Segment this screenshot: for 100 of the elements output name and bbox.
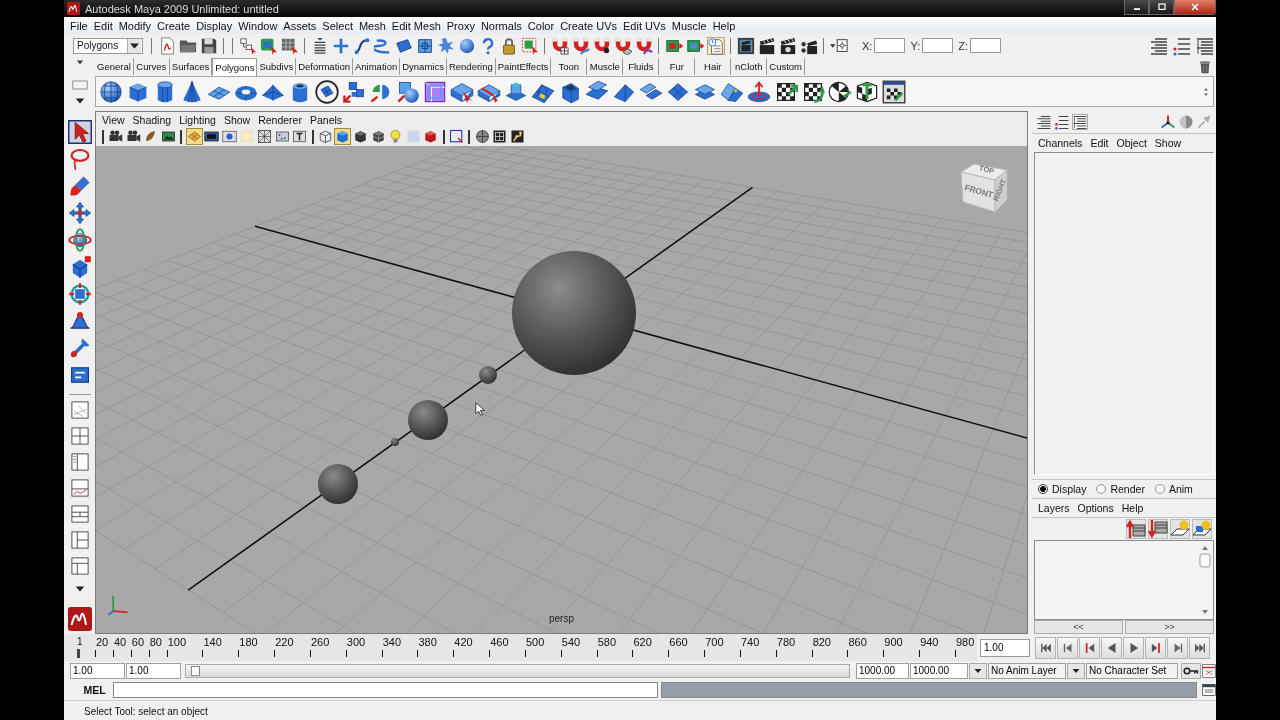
menu-item[interactable]: Create UVs xyxy=(557,17,620,34)
menu-item[interactable]: Create xyxy=(154,17,194,34)
grid-icon[interactable] xyxy=(415,36,434,55)
shelf-tab[interactable]: Toon xyxy=(551,58,588,75)
range-end-field[interactable]: 1000.00 xyxy=(856,662,909,679)
current-frame-field[interactable]: 1.00 xyxy=(980,638,1030,657)
pane-layout-icon[interactable] xyxy=(70,427,89,445)
clapperboard-icon[interactable] xyxy=(757,36,776,55)
menu-item[interactable]: Color xyxy=(524,17,558,34)
save-icon[interactable] xyxy=(199,36,218,55)
shelf-tab[interactable]: Animation xyxy=(352,58,401,75)
panel-menu-item[interactable]: Renderer xyxy=(254,113,306,126)
lines-icon[interactable] xyxy=(1072,114,1088,130)
menu-item[interactable]: Edit xyxy=(1086,137,1113,149)
ring-square-icon[interactable] xyxy=(67,282,92,306)
range-slider-track[interactable] xyxy=(185,663,850,678)
menu-item[interactable]: Normals xyxy=(477,17,525,34)
dotted-frame-icon[interactable] xyxy=(273,128,291,145)
square-slash-icon[interactable] xyxy=(448,128,465,145)
menu-item[interactable]: Edit xyxy=(90,17,116,34)
tile-icon[interactable] xyxy=(394,36,413,55)
brush-icon[interactable] xyxy=(67,174,92,198)
coordinate-field[interactable] xyxy=(874,38,906,53)
scroll-button[interactable]: >> xyxy=(1125,620,1214,634)
current-time-marker[interactable] xyxy=(77,649,80,658)
pane-layout-icon[interactable] xyxy=(70,531,89,549)
menu-item[interactable]: Edit UVs xyxy=(620,17,669,34)
range-start-field[interactable]: 1.00 xyxy=(126,662,181,679)
menu-item[interactable]: Help xyxy=(709,17,739,34)
pane-layout-icon[interactable] xyxy=(70,401,89,419)
connected-boxes-icon[interactable] xyxy=(238,36,257,55)
radio-button[interactable] xyxy=(1038,484,1048,494)
shelf-tab[interactable]: Deformation xyxy=(296,58,353,75)
cubes-arrow-icon[interactable] xyxy=(341,79,366,104)
shelf-tab[interactable]: Muscle xyxy=(587,58,624,75)
menu-item[interactable]: Object xyxy=(1112,137,1151,149)
pane-layout-icon[interactable] xyxy=(70,453,89,471)
pane-layout-icon[interactable] xyxy=(70,505,89,523)
shelf-tab[interactable]: Curves xyxy=(133,58,170,75)
shelf-tab[interactable]: Fluids xyxy=(623,58,660,75)
sphere-icon[interactable] xyxy=(98,79,123,104)
crosshair-circle-icon[interactable] xyxy=(473,128,491,145)
checker-window-icon[interactable] xyxy=(881,79,906,104)
menu-item[interactable]: Muscle xyxy=(668,17,710,34)
framed-grid-icon[interactable] xyxy=(491,128,509,145)
scroll-button[interactable]: << xyxy=(1034,620,1123,634)
shelf-tab[interactable]: Fur xyxy=(659,58,696,75)
lines-icon[interactable] xyxy=(1036,114,1052,130)
magnet-icon[interactable] xyxy=(592,36,611,55)
plus-icon[interactable] xyxy=(331,36,350,55)
menu-item[interactable]: File xyxy=(67,17,91,34)
pane-layout-icon[interactable] xyxy=(70,557,89,575)
s-curve-icon[interactable] xyxy=(373,36,392,55)
close-icon[interactable] xyxy=(1189,1,1201,13)
trash-icon[interactable] xyxy=(1198,59,1212,74)
clock-document-icon[interactable] xyxy=(706,36,725,55)
menu-item[interactable]: Window xyxy=(235,17,281,34)
triangle-icon[interactable] xyxy=(75,59,84,67)
lines-icon[interactable] xyxy=(1194,35,1215,56)
crosshair-box-icon[interactable] xyxy=(829,36,848,55)
text-box-icon[interactable] xyxy=(291,128,309,145)
panel-menu-item[interactable]: Panels xyxy=(305,113,347,126)
menu-item[interactable]: Channels xyxy=(1034,137,1087,149)
window-cross-icon[interactable] xyxy=(1202,663,1216,678)
coordinate-field[interactable] xyxy=(970,38,1001,53)
shelf-tab[interactable]: nCloth xyxy=(731,58,768,75)
checker-cube-icon[interactable] xyxy=(854,79,879,104)
shelf-tab[interactable]: Hair xyxy=(695,58,732,75)
command-language-label[interactable]: MEL xyxy=(76,684,113,696)
start-time-field[interactable]: 1.00 xyxy=(70,662,125,679)
window-icon[interactable] xyxy=(1202,683,1216,697)
menu-item[interactable]: Edit Mesh xyxy=(388,17,444,34)
radio-button[interactable] xyxy=(1154,484,1165,494)
dropdown-button[interactable] xyxy=(1067,662,1085,679)
crossed-grid-icon[interactable] xyxy=(256,128,274,145)
panel-menu-item[interactable]: Show xyxy=(219,113,255,126)
panel-menu-item[interactable]: Shading xyxy=(128,113,176,126)
radio-button[interactable] xyxy=(1096,484,1107,494)
menu-item[interactable]: Help xyxy=(1117,502,1148,514)
shelf-tab[interactable]: Dynamics xyxy=(400,58,447,75)
landscape-picture-icon[interactable] xyxy=(160,128,178,145)
curve-icon[interactable] xyxy=(352,36,371,55)
shelf-tab[interactable]: Custom xyxy=(767,58,806,75)
circled-plane-icon[interactable] xyxy=(314,79,339,104)
menu-item[interactable]: Show xyxy=(1150,137,1186,149)
shelf-tab[interactable]: General xyxy=(95,58,134,75)
command-input-field[interactable] xyxy=(113,682,658,698)
panel-menu-item[interactable]: Lighting xyxy=(175,113,220,126)
panel-menu-item[interactable]: View xyxy=(98,113,129,126)
menu-set-dropdown[interactable]: Polygons xyxy=(73,37,143,54)
dashed-frame-icon[interactable] xyxy=(520,36,539,55)
slider-handle[interactable] xyxy=(191,665,200,676)
grid-arrow-icon[interactable] xyxy=(280,36,299,55)
axes-icon[interactable] xyxy=(1160,114,1176,130)
coordinate-field[interactable] xyxy=(922,38,954,53)
caret-icon[interactable] xyxy=(126,38,141,53)
framed-rectangle-icon[interactable] xyxy=(203,128,221,145)
maximize-button[interactable] xyxy=(1149,0,1174,15)
menu-item[interactable]: Display xyxy=(193,17,236,34)
menu-item[interactable]: Modify xyxy=(115,17,155,34)
